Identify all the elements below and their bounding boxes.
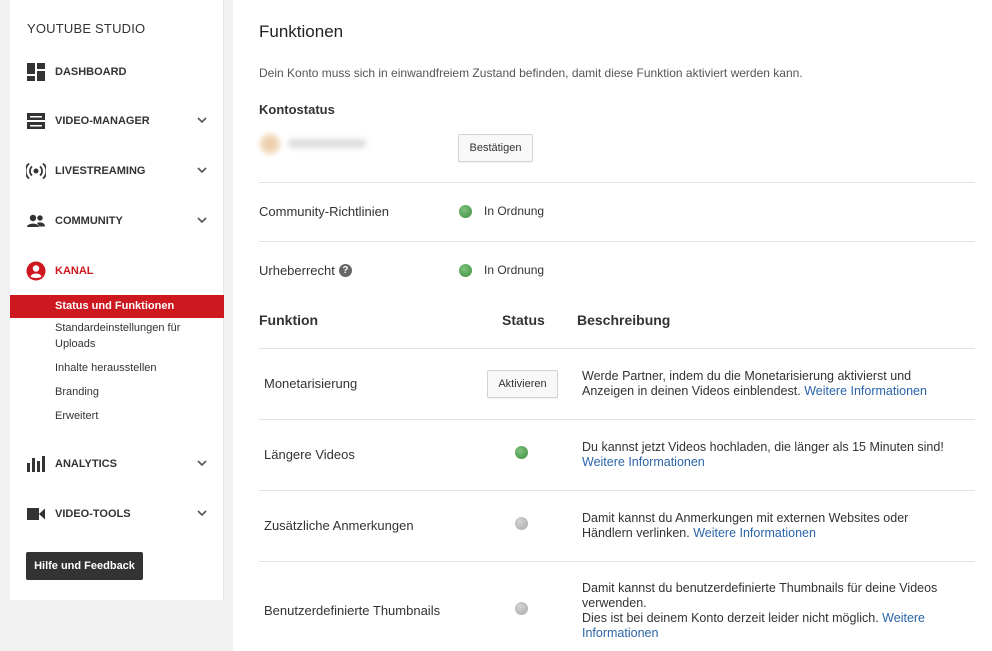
nav-label: VIDEO-TOOLS: [55, 508, 131, 520]
more-info-link[interactable]: Weitere Informationen: [693, 526, 816, 540]
feature-name: Monetarisierung: [264, 376, 358, 391]
livestream-icon: [26, 162, 46, 180]
confirm-button[interactable]: Bestätigen: [458, 134, 533, 162]
activate-monetization-button[interactable]: Aktivieren: [487, 370, 558, 398]
brand-title: YOUTUBE STUDIO: [27, 21, 146, 36]
community-guidelines-text: Community-Richtlinien: [259, 204, 390, 219]
avatar: [259, 133, 281, 155]
copyright-label: Urheberrecht ?: [259, 263, 352, 278]
feature-description: Werde Partner, indem du die Monetarisier…: [582, 369, 962, 399]
community-status: In Ordnung: [459, 204, 544, 218]
nav-livestreaming[interactable]: LIVESTREAMING: [10, 156, 224, 186]
feature-name: Benutzerdefinierte Thumbnails: [264, 603, 441, 618]
page-title: Funktionen: [259, 22, 344, 41]
divider: [259, 561, 975, 562]
status-active-icon: [515, 446, 528, 459]
sub-inhalte-herausstellen[interactable]: Inhalte herausstellen: [10, 360, 224, 376]
nav-label: KANAL: [55, 265, 94, 277]
nav-video-manager[interactable]: VIDEO-MANAGER: [10, 106, 224, 136]
divider: [259, 348, 975, 349]
feature-name: Zusätzliche Anmerkungen: [264, 518, 414, 533]
channel-icon: [26, 261, 46, 281]
table-header-status: Status: [502, 312, 545, 328]
copyright-status: In Ordnung: [459, 263, 544, 277]
divider: [259, 182, 975, 183]
feature-description: Damit kannst du Anmerkungen mit externen…: [582, 511, 962, 541]
chevron-down-icon[interactable]: [196, 114, 208, 126]
nav-label: ANALYTICS: [55, 458, 117, 470]
status-inactive-icon: [515, 517, 528, 530]
more-info-link[interactable]: Weitere Informationen: [582, 455, 705, 469]
nav-analytics[interactable]: ANALYTICS: [10, 449, 224, 479]
feature-name: Längere Videos: [264, 447, 355, 462]
feature-description-text: Du kannst jetzt Videos hochladen, die lä…: [582, 440, 944, 454]
nav-label: LIVESTREAMING: [55, 165, 146, 177]
divider: [259, 241, 975, 242]
video-tools-icon: [27, 508, 45, 520]
nav-label: DASHBOARD: [55, 66, 127, 78]
nav-kanal[interactable]: KANAL: [10, 256, 224, 286]
divider: [259, 419, 975, 420]
chevron-down-icon[interactable]: [196, 457, 208, 469]
dashboard-icon: [27, 63, 45, 81]
feature-description: Du kannst jetzt Videos hochladen, die lä…: [582, 440, 962, 470]
divider: [259, 490, 975, 491]
feature-description-note: Dies ist bei deinem Konto derzeit leider…: [582, 611, 879, 625]
main-content: Funktionen Dein Konto muss sich in einwa…: [233, 0, 992, 651]
sub-upload-defaults[interactable]: Standardeinstellungen für Uploads: [10, 320, 224, 352]
sub-status-und-funktionen[interactable]: Status und Funktionen: [10, 295, 224, 318]
chevron-down-icon[interactable]: [196, 164, 208, 176]
sidebar: YOUTUBE STUDIO DASHBOARD VIDEO-MANAGER L…: [10, 0, 224, 600]
community-status-text: In Ordnung: [484, 204, 545, 218]
account-name-blurred: [288, 139, 366, 148]
nav-video-tools[interactable]: VIDEO-TOOLS: [10, 499, 224, 529]
nav-label: VIDEO-MANAGER: [55, 115, 150, 127]
copyright-text: Urheberrecht: [259, 263, 335, 278]
more-info-link[interactable]: Weitere Informationen: [804, 384, 927, 398]
copyright-status-text: In Ordnung: [484, 263, 545, 277]
community-guidelines-label: Community-Richtlinien: [259, 204, 389, 219]
table-header-function: Funktion: [259, 312, 319, 328]
help-question-icon[interactable]: ?: [338, 264, 352, 277]
status-ok-icon: [459, 263, 472, 277]
chevron-down-icon[interactable]: [196, 214, 208, 226]
feature-description-text: Damit kannst du benutzerdefinierte Thumb…: [582, 581, 938, 610]
community-icon: [27, 214, 45, 227]
account-status-heading: Kontostatus: [259, 102, 335, 117]
chevron-down-icon[interactable]: [196, 507, 208, 519]
intro-text: Dein Konto muss sich in einwandfreiem Zu…: [259, 66, 803, 80]
table-header-description: Beschreibung: [577, 312, 671, 328]
nav-community[interactable]: COMMUNITY: [10, 206, 224, 236]
analytics-icon: [27, 456, 45, 472]
sub-erweitert[interactable]: Erweitert: [10, 408, 224, 424]
nav-label: COMMUNITY: [55, 215, 123, 227]
feature-description: Damit kannst du benutzerdefinierte Thumb…: [582, 581, 962, 641]
sub-branding[interactable]: Branding: [10, 384, 224, 400]
nav-dashboard[interactable]: DASHBOARD: [10, 57, 224, 87]
video-manager-icon: [27, 113, 45, 129]
status-inactive-icon: [515, 602, 528, 615]
help-feedback-button[interactable]: Hilfe und Feedback: [26, 552, 143, 580]
status-ok-icon: [459, 204, 472, 218]
